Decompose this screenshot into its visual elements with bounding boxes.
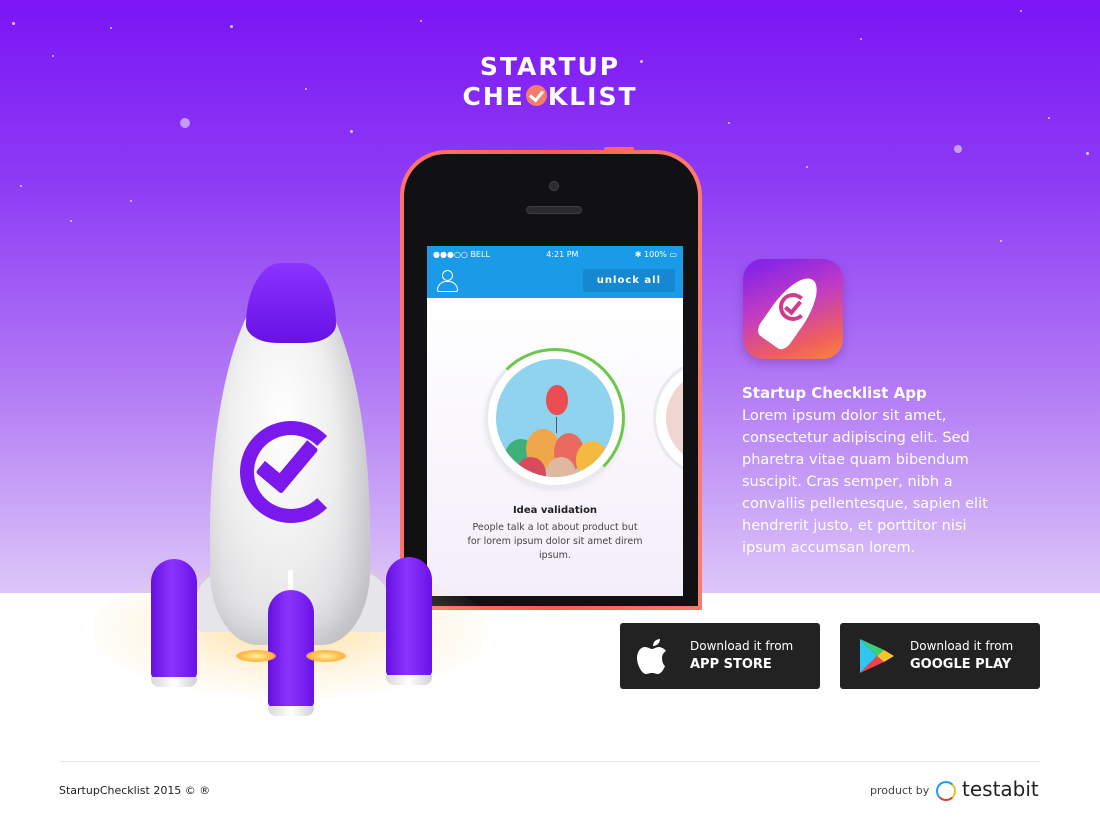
balloon [576,441,608,477]
app-title: Startup Checklist App [742,384,927,402]
star [350,130,353,133]
battery-percent: 100% [644,249,667,259]
carrier-signal: ●●●○○ BELL [433,249,490,259]
google-play-button[interactable]: Download it from GOOGLE PLAY [840,623,1040,689]
booster-nozzle [151,677,197,687]
check-circle-icon [525,85,547,106]
next-checklist-card[interactable] [653,358,683,478]
copyright-text: StartupChecklist 2015 © ® [59,784,211,797]
logo-line-2-prefix: CHE [462,82,525,111]
flame [236,650,276,662]
logo-line-2: CHE KLIST [0,82,1100,112]
speaker-grille [526,206,582,214]
google-play-icon [840,623,910,689]
next-card-illustration [666,371,683,465]
camera-icon [549,181,559,191]
idea-validation-card[interactable] [485,348,625,488]
phone-screen: ●●●○○ BELL 4:21 PM ✱ 100% ▭ unlock all I… [427,246,683,596]
google-play-line2: GOOGLE PLAY [910,657,1012,672]
booster-left [151,559,197,679]
card-description: People talk a lot about product but for … [467,522,643,561]
booster-nozzle [386,675,432,685]
status-bar: ●●●○○ BELL 4:21 PM ✱ 100% ▭ [427,246,683,262]
booster-nozzle [268,706,314,716]
logo-line-2-suffix: KLIST [547,82,638,111]
star [20,185,22,187]
unlock-all-button[interactable]: unlock all [582,268,675,292]
star [1048,117,1050,119]
app-store-label: Download it from APP STORE [690,637,793,675]
battery-status: ✱ 100% ▭ [635,250,677,259]
star [806,166,808,168]
balloon [546,385,568,415]
star [12,22,15,25]
star [728,122,730,124]
apple-icon [620,623,690,689]
app-header: unlock all [427,262,683,298]
footer-divider [60,761,1040,762]
star [130,200,132,202]
google-play-label: Download it from GOOGLE PLAY [910,637,1013,675]
star [70,220,72,222]
status-time: 4:21 PM [546,249,579,259]
star [420,20,422,22]
testabit-logo-icon[interactable] [936,781,956,801]
balloon-string [556,417,557,433]
star [954,145,962,153]
battery-icon: ▭ [669,249,677,259]
star [1000,240,1002,242]
app-icon [743,259,843,359]
phone-front: ●●●○○ BELL 4:21 PM ✱ 100% ▭ unlock all I… [404,154,698,606]
produced-by-label: product by [870,784,930,797]
booster-right [386,557,432,677]
google-play-line1: Download it from [910,639,1014,653]
bluetooth-icon: ✱ [634,249,645,259]
user-profile-icon[interactable] [435,268,459,292]
booster-center [268,590,314,708]
app-store-line2: APP STORE [690,657,772,672]
rocket-nose [246,263,336,343]
app-store-line1: Download it from [690,639,794,653]
star [230,25,233,28]
site-logo[interactable]: STARTUP CHE KLIST [0,52,1100,112]
star [1020,10,1022,12]
testabit-link[interactable]: testabit [962,777,1039,801]
app-store-button[interactable]: Download it from APP STORE [620,623,820,689]
app-description: Lorem ipsum dolor sit amet, consectetur … [742,408,988,556]
card-title: Idea validation [512,505,598,516]
checklist-carousel[interactable]: Idea validation People talk a lot about … [427,298,683,596]
flame [306,650,346,662]
star [110,27,112,29]
logo-line-1: STARTUP [479,52,621,81]
check-circle-icon [779,293,807,321]
balloons-illustration [496,359,614,477]
phone-mockup: ●●●○○ BELL 4:21 PM ✱ 100% ▭ unlock all I… [400,150,702,610]
star [180,118,190,128]
star [1086,152,1089,155]
star [860,38,862,40]
